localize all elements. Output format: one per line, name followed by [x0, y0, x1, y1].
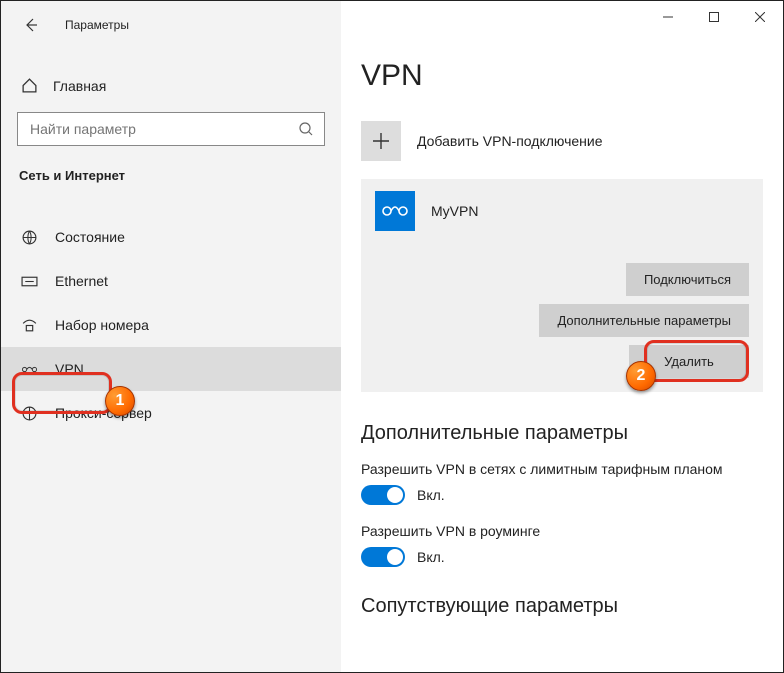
toggle-roaming-state: Вкл.: [417, 549, 445, 565]
add-tile: [361, 121, 401, 161]
plus-icon: [372, 132, 390, 150]
vpn-connection-item[interactable]: MyVPN Подключиться Дополнительные параме…: [361, 179, 763, 392]
vpn-name: MyVPN: [431, 203, 478, 219]
toggle-metered-switch[interactable]: [361, 485, 405, 505]
minimize-button[interactable]: [645, 1, 691, 33]
vpn-tile: [375, 191, 415, 231]
add-vpn-label: Добавить VPN-подключение: [417, 133, 603, 149]
nav-list: Состояние Ethernet Набор номера VPN: [1, 215, 341, 435]
toggle-metered-label: Разрешить VPN в сетях с лимитным тарифны…: [361, 461, 763, 477]
toggle-roaming-switch[interactable]: [361, 547, 405, 567]
window-title: Параметры: [65, 18, 129, 32]
search-input[interactable]: [28, 120, 298, 138]
ethernet-icon: [19, 273, 39, 290]
page-title: VPN: [361, 59, 763, 93]
nav-item-proxy[interactable]: Прокси-сервер: [1, 391, 341, 435]
nav-label: Прокси-сервер: [55, 405, 152, 421]
nav-label: Ethernet: [55, 273, 108, 289]
titlebar-left: Параметры: [1, 1, 341, 49]
sidebar-section-header: Сеть и Интернет: [1, 160, 341, 193]
nav-item-vpn[interactable]: VPN: [1, 347, 341, 391]
proxy-icon: [19, 405, 39, 422]
toggle-metered: Разрешить VPN в сетях с лимитным тарифны…: [361, 461, 763, 505]
vpn-item-header: MyVPN: [375, 191, 749, 231]
toggle-roaming: Разрешить VPN в роуминге Вкл.: [361, 523, 763, 567]
dialup-icon: [19, 317, 39, 334]
toggle-roaming-label: Разрешить VPN в роуминге: [361, 523, 763, 539]
section-related-title: Сопутствующие параметры: [361, 595, 763, 618]
nav-label: VPN: [55, 361, 84, 377]
connect-button[interactable]: Подключиться: [626, 263, 749, 296]
section-advanced-title: Дополнительные параметры: [361, 422, 763, 445]
back-button[interactable]: [15, 9, 47, 41]
home-nav[interactable]: Главная: [1, 67, 341, 104]
main-content: VPN Добавить VPN-подключение MyVPN Подкл…: [341, 1, 783, 672]
sidebar: Параметры Главная Сеть и Интернет Состоя…: [1, 1, 341, 672]
maximize-button[interactable]: [691, 1, 737, 33]
nav-label: Состояние: [55, 229, 125, 245]
toggle-metered-state: Вкл.: [417, 487, 445, 503]
arrow-left-icon: [23, 17, 39, 33]
vpn-connection-icon: [381, 203, 409, 219]
vpn-actions: Подключиться Дополнительные параметры Уд…: [375, 263, 749, 378]
home-label: Главная: [53, 78, 106, 94]
window-controls: [645, 1, 783, 33]
search-box[interactable]: [17, 112, 325, 146]
nav-item-ethernet[interactable]: Ethernet: [1, 259, 341, 303]
status-icon: [19, 229, 39, 246]
advanced-button[interactable]: Дополнительные параметры: [539, 304, 749, 337]
nav-item-status[interactable]: Состояние: [1, 215, 341, 259]
search-icon: [298, 121, 314, 137]
delete-button[interactable]: Удалить: [629, 345, 749, 378]
nav-label: Набор номера: [55, 317, 149, 333]
vpn-icon: [19, 361, 39, 378]
add-vpn-row[interactable]: Добавить VPN-подключение: [361, 117, 763, 165]
home-icon: [19, 77, 39, 94]
close-button[interactable]: [737, 1, 783, 33]
nav-item-dialup[interactable]: Набор номера: [1, 303, 341, 347]
